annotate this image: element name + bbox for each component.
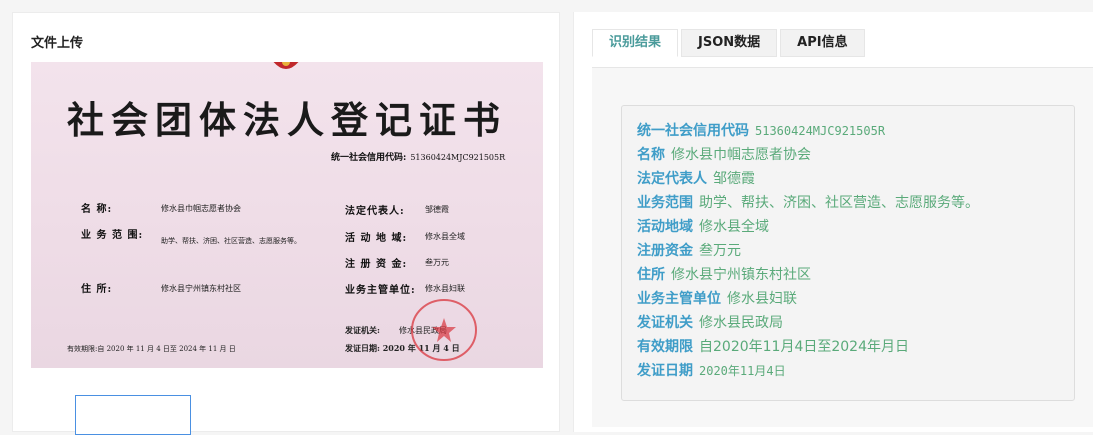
result-row: 发证机关 修水县民政局 bbox=[637, 312, 783, 332]
certificate-code-value: 51360424MJC921505R bbox=[410, 153, 506, 162]
result-value: 叁万元 bbox=[699, 243, 741, 259]
result-row: 住所 修水县宁州镇东村社区 bbox=[637, 264, 811, 284]
tab-api-info[interactable]: API信息 bbox=[780, 29, 865, 57]
result-row: 注册资金 叁万元 bbox=[637, 240, 741, 260]
upload-panel-title: 文件上传 bbox=[31, 36, 84, 51]
cert-rep-label: 法定代表人: bbox=[345, 206, 405, 217]
upload-button[interactable] bbox=[75, 395, 191, 435]
result-key: 发证机关 bbox=[637, 315, 693, 331]
result-value: 修水县妇联 bbox=[727, 291, 797, 307]
result-value: 助学、帮扶、济困、社区营造、志愿服务等。 bbox=[699, 195, 979, 211]
cert-area-value: 修水县全域 bbox=[425, 232, 465, 241]
certificate-code-label: 统一社会信用代码: bbox=[331, 153, 407, 163]
certificate-image: 社会团体法人登记证书 统一社会信用代码: 51360424MJC921505R 名… bbox=[31, 62, 543, 368]
result-key: 注册资金 bbox=[637, 243, 693, 259]
cert-scope-label: 业 务 范 围: bbox=[81, 230, 144, 241]
tab-json-data[interactable]: JSON数据 bbox=[681, 29, 778, 57]
result-value: 修水县民政局 bbox=[699, 315, 783, 331]
result-row: 业务范围 助学、帮扶、济困、社区营造、志愿服务等。 bbox=[637, 192, 979, 212]
result-key: 名称 bbox=[637, 147, 665, 163]
tab-content: 统一社会信用代码 51360424MJC921505R 名称 修水县巾帼志愿者协会 … bbox=[592, 67, 1093, 427]
result-box: 统一社会信用代码 51360424MJC921505R 名称 修水县巾帼志愿者协会 … bbox=[621, 105, 1075, 401]
cert-issuer-label: 发证机关: bbox=[345, 325, 380, 335]
certificate-title: 社会团体法人登记证书 bbox=[67, 98, 507, 142]
cert-org-value: 修水县妇联 bbox=[425, 284, 465, 293]
result-row: 发证日期 2020年11月4日 bbox=[637, 360, 786, 380]
upload-panel: 文件上传 社会团体法人登记证书 统一社会信用代码: 51360424MJC9215… bbox=[12, 12, 560, 435]
result-row: 法定代表人 邹德霞 bbox=[637, 168, 755, 188]
tab-recognition-result[interactable]: 识别结果 bbox=[592, 29, 679, 57]
result-value: 修水县全域 bbox=[699, 219, 769, 235]
cert-name-label: 名 称: bbox=[81, 204, 113, 215]
official-seal-icon bbox=[411, 299, 477, 361]
result-row: 统一社会信用代码 51360424MJC921505R bbox=[637, 120, 885, 140]
result-tabs: 识别结果 JSON数据 API信息 bbox=[592, 29, 868, 57]
result-key: 法定代表人 bbox=[637, 171, 707, 187]
result-row: 业务主管单位 修水县妇联 bbox=[637, 288, 797, 308]
cert-name-value: 修水县巾帼志愿者协会 bbox=[161, 204, 241, 213]
result-value: 邹德霞 bbox=[713, 171, 755, 187]
cert-address-value: 修水县宁州镇东村社区 bbox=[161, 284, 241, 293]
cert-validity: 有效期限:自 2020 年 11 月 4 日至 2024 年 11 月 日 bbox=[67, 345, 236, 353]
result-row: 活动地域 修水县全域 bbox=[637, 216, 769, 236]
result-value: 修水县巾帼志愿者协会 bbox=[671, 147, 811, 163]
cert-org-label: 业务主管单位: bbox=[345, 285, 416, 296]
cert-rep-value: 邹德霞 bbox=[425, 205, 449, 214]
cert-area-label: 活 动 地 域: bbox=[345, 233, 408, 244]
result-key: 业务主管单位 bbox=[637, 291, 721, 307]
result-key: 有效期限 bbox=[637, 339, 693, 355]
result-value: 自2020年11月4日至2024年月日 bbox=[699, 339, 909, 355]
results-panel: 识别结果 JSON数据 API信息 统一社会信用代码 51360424MJC92150… bbox=[573, 12, 1093, 432]
cert-scope-value: 助学、帮扶、济困、社区营造、志愿服务等。 bbox=[161, 237, 301, 245]
cert-capital-value: 叁万元 bbox=[425, 258, 449, 267]
result-row: 名称 修水县巾帼志愿者协会 bbox=[637, 144, 811, 164]
result-key: 业务范围 bbox=[637, 195, 693, 211]
result-value: 2020年11月4日 bbox=[699, 364, 786, 378]
result-row: 有效期限 自2020年11月4日至2024年月日 bbox=[637, 336, 909, 356]
cert-address-label: 住 所: bbox=[81, 284, 113, 295]
national-emblem-icon bbox=[273, 62, 299, 69]
certificate-code: 统一社会信用代码: 51360424MJC921505R bbox=[331, 150, 505, 163]
result-key: 统一社会信用代码 bbox=[637, 123, 749, 139]
result-value: 51360424MJC921505R bbox=[755, 124, 886, 138]
result-key: 活动地域 bbox=[637, 219, 693, 235]
result-value: 修水县宁州镇东村社区 bbox=[671, 267, 811, 283]
result-key: 住所 bbox=[637, 267, 665, 283]
result-key: 发证日期 bbox=[637, 363, 693, 379]
cert-capital-label: 注 册 资 金: bbox=[345, 259, 408, 270]
